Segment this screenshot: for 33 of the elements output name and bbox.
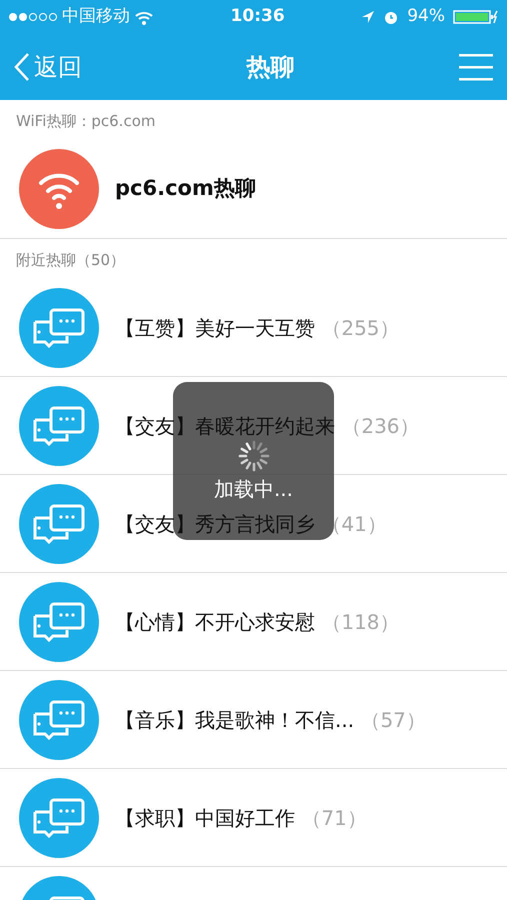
chat-room-name: pc6.com热聊 [115, 175, 256, 202]
wifi-icon [134, 10, 154, 24]
loading-text: 加载中... [214, 477, 294, 501]
chat-bubble-icon [19, 484, 99, 564]
page-title: 热聊 [246, 52, 294, 83]
chat-bubble-icon [19, 680, 99, 760]
menu-button[interactable] [459, 53, 493, 81]
chat-room-name: 【求职】中国好工作 （71） [115, 804, 367, 832]
chat-bubble-icon [19, 288, 99, 368]
chat-room-row[interactable]: 【音乐】我是歌神！不信... （57） [0, 671, 507, 769]
alarm-icon [383, 9, 400, 25]
back-icon [14, 52, 30, 82]
wifi-icon [19, 149, 99, 229]
section-header: WiFi热聊：pc6.com [15, 111, 156, 132]
chat-room-row[interactable]: 【心情】不开心求安慰 （118） [0, 573, 507, 671]
loading-spinner-icon [236, 439, 270, 473]
chat-room-name: 【音乐】我是歌神！不信... （57） [115, 706, 426, 734]
carrier-name: 中国移动 [62, 5, 130, 28]
battery-percent: 94% [407, 5, 445, 28]
chat-room-name: 【心情】不开心求安慰 （118） [115, 608, 400, 636]
signal-icon [8, 11, 58, 23]
status-time: 10:36 [230, 5, 285, 28]
wifi-chat-row[interactable]: pc6.com热聊 [0, 140, 507, 238]
chat-bubble-icon [19, 778, 99, 858]
chat-room-row[interactable]: 【求职】中国好工作 （71） [0, 769, 507, 867]
menu-icon [459, 53, 493, 81]
chat-room-name: 【互赞】美好一天互赞 （255） [115, 314, 400, 342]
battery-icon [452, 9, 499, 25]
location-icon [361, 10, 376, 24]
chat-bubble-icon [19, 582, 99, 662]
chat-room-row[interactable]: 【互赞】美好一天互赞 （255） [0, 279, 507, 377]
section-header: 附近热聊（50） [15, 250, 126, 270]
chat-bubble-icon [19, 386, 99, 466]
